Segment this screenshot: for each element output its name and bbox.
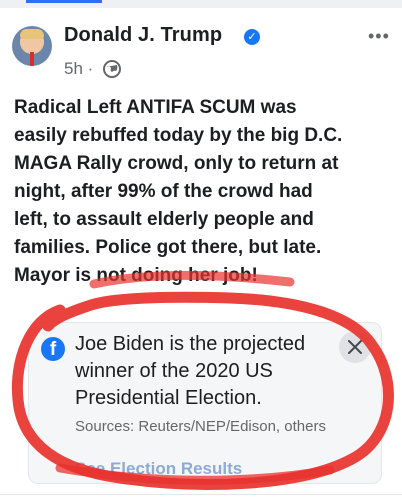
- facebook-icon: f: [41, 337, 65, 361]
- avatar-tie: [30, 52, 34, 66]
- verified-badge-icon: ✓: [244, 29, 260, 45]
- post-body: Radical Left ANTIFA SCUM was easily rebu…: [14, 94, 394, 290]
- post-text-line: easily rebuffed today by the big D.C.: [14, 125, 343, 146]
- post-text-line: MAGA Rally crowd, only to return at: [14, 153, 339, 174]
- globe-icon: [103, 60, 121, 78]
- post-time-value[interactable]: 5h: [64, 59, 83, 78]
- post-text-line: Radical Left ANTIFA SCUM was: [14, 97, 297, 118]
- post-text-line: left, to assault elderly people and: [14, 209, 314, 230]
- election-info-label: f Joe Biden is the projected winner of t…: [28, 322, 382, 484]
- avatar-hair: [20, 29, 44, 39]
- notice-title: Joe Biden is the projected winner of the…: [75, 333, 306, 409]
- card-divider: [0, 494, 402, 495]
- close-button[interactable]: [339, 331, 371, 363]
- post-text-line: Mayor is not doing her job!: [14, 265, 258, 286]
- see-election-results-link[interactable]: See Election Results: [75, 459, 242, 479]
- post-text-line: families. Police got there, but late.: [14, 237, 322, 258]
- author-avatar[interactable]: [12, 26, 52, 66]
- time-separator: ·: [87, 59, 94, 78]
- author-name[interactable]: Donald J. Trump: [64, 24, 222, 47]
- more-options-icon[interactable]: •••: [368, 26, 390, 47]
- post-text-line: night, after 99% of the crowd had: [14, 181, 313, 202]
- notice-sources: Sources: Reuters/NEP/Edison, others: [75, 418, 326, 435]
- post-time[interactable]: 5h ·: [64, 59, 93, 79]
- active-tab-indicator: [26, 0, 102, 3]
- close-icon: [348, 340, 362, 354]
